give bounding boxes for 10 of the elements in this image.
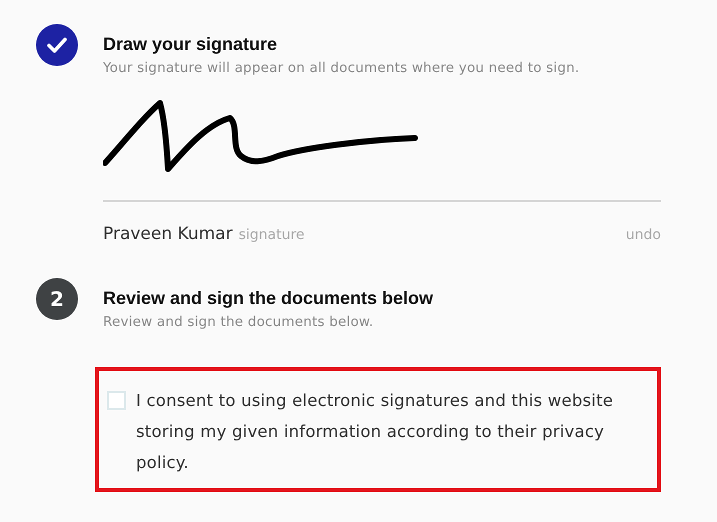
consent-checkbox[interactable] <box>107 390 126 410</box>
step-title: Draw your signature <box>103 33 278 56</box>
signature-label: signature <box>238 226 305 245</box>
consent-text: I consent to using electronic signatures and this website storing my given information according to their privacy policy. <box>136 390 614 474</box>
undo-link[interactable]: undo <box>626 225 661 246</box>
step-description: Review and sign the documents below. <box>103 312 374 332</box>
step-description: Your signature will appear on all documents where you need to sign. <box>103 59 580 78</box>
step-number: 2 <box>36 278 78 320</box>
step-title: Review and sign the documents below <box>103 286 434 310</box>
signer-name: Praveen Kumar <box>103 223 233 246</box>
